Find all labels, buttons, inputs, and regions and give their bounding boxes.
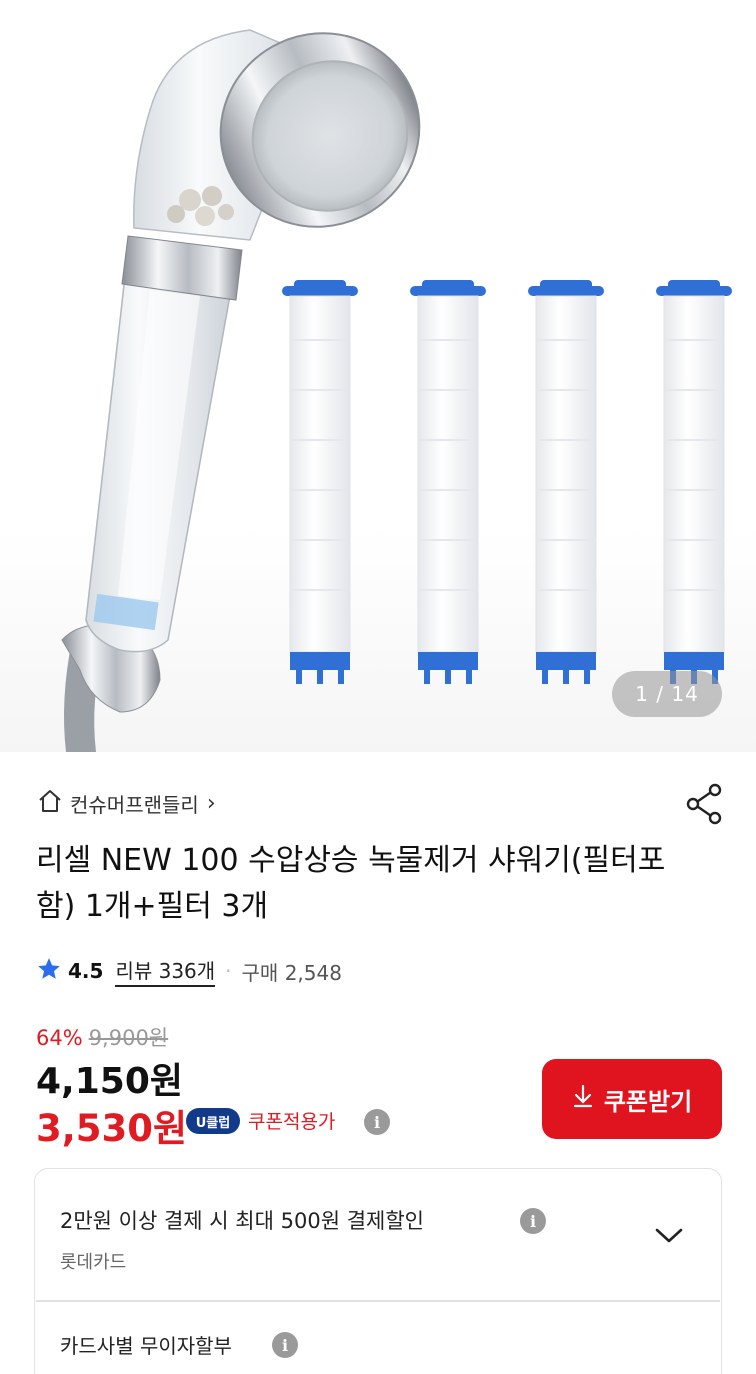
product-image [61, 29, 732, 752]
image-counter: 1 / 14 [612, 671, 722, 717]
uclub-badge: U클럽 [186, 1108, 240, 1134]
info-icon[interactable]: i [364, 1109, 390, 1135]
share-icon [686, 783, 722, 825]
rating-score: 4.5 [68, 959, 104, 983]
share-button[interactable] [684, 782, 724, 826]
expand-benefits-button[interactable] [652, 1218, 686, 1252]
filter-cartridges [282, 280, 732, 684]
review-count-link[interactable]: 리뷰 336개 [115, 955, 216, 987]
separator-dot: · [225, 959, 232, 983]
card-name: 롯데카드 [60, 1252, 127, 1273]
info-icon[interactable]: i [520, 1208, 546, 1234]
home-icon [36, 787, 64, 819]
chevron-down-icon [655, 1228, 683, 1243]
divider [36, 1300, 720, 1302]
purchase-count: 구매 2,548 [241, 960, 342, 985]
product-image-gallery[interactable]: 1 / 14 [0, 0, 756, 752]
get-coupon-button[interactable]: 쿠폰받기 [542, 1059, 722, 1139]
coupon-applied-label: 쿠폰적용가 [248, 1111, 336, 1133]
discount-row: 64% 9,900원 [36, 1022, 168, 1052]
installment-text: 카드사별 무이자할부 [60, 1334, 232, 1358]
card-discount-text: 2만원 이상 결제 시 최대 500원 결제할인 [60, 1209, 424, 1233]
chevron-right-icon: › [206, 790, 216, 816]
get-coupon-label: 쿠폰받기 [603, 1087, 693, 1116]
star-icon [36, 956, 62, 987]
store-name: 컨슈머프랜들리 [70, 792, 199, 817]
rating-row: 4.5 리뷰 336개 · 구매 2,548 [36, 954, 342, 988]
sale-price: 4,150원 [36, 1061, 183, 1102]
coupon-price: 3,530원 [36, 1107, 188, 1150]
store-link[interactable]: 컨슈머프랜들리 › [36, 786, 216, 820]
info-icon[interactable]: i [272, 1332, 298, 1358]
product-title: 리셀 NEW 100 수압상승 녹물제거 샤워기(필터포함) 1개+필터 3개 [36, 843, 666, 924]
download-icon [572, 1084, 594, 1114]
original-price: 9,900원 [88, 1026, 169, 1050]
discount-rate: 64% [36, 1026, 83, 1050]
